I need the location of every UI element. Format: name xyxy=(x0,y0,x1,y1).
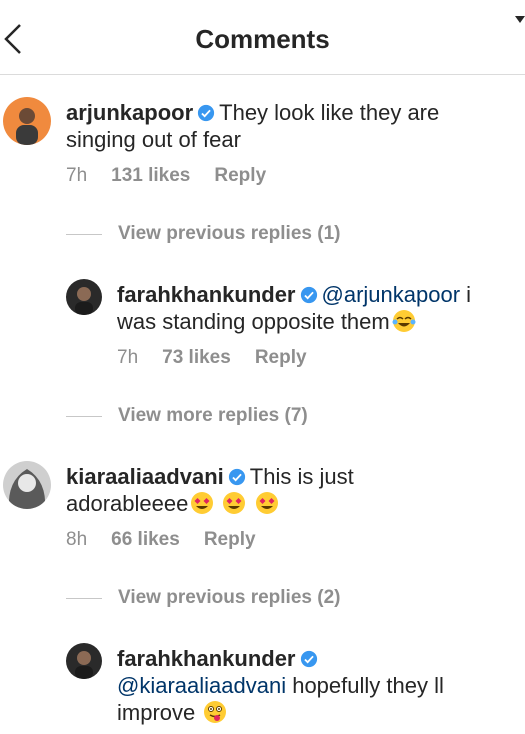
reply-button[interactable]: Reply xyxy=(204,529,256,550)
comment-time: 8h xyxy=(66,529,88,550)
heart-eyes-emoji-icon xyxy=(223,492,246,514)
comment-time: 7h xyxy=(66,165,88,186)
reply-text: farahkhankunder @kiaraaliaadvani hopeful… xyxy=(117,645,517,726)
likes-count[interactable]: 66 likes xyxy=(111,529,180,550)
comment-text: arjunkapoor They look like they are singi… xyxy=(66,99,506,153)
page-title: Comments xyxy=(195,24,330,54)
avatar[interactable] xyxy=(66,279,102,315)
mention-link[interactable]: @arjunkapoor xyxy=(322,282,461,307)
avatar[interactable] xyxy=(66,643,102,679)
view-more-replies-button[interactable]: View more replies (7) xyxy=(118,405,308,427)
reply-time: 7h xyxy=(117,347,139,368)
username-link[interactable]: kiaraaliaadvani xyxy=(66,464,224,489)
view-previous-replies-button[interactable]: View previous replies (2) xyxy=(118,587,340,609)
likes-count[interactable]: 131 likes xyxy=(111,165,190,186)
heart-eyes-emoji-icon xyxy=(255,492,278,514)
verified-badge-icon xyxy=(198,104,215,122)
username-link[interactable]: farahkhankunder xyxy=(117,646,296,671)
comment-body: This is just xyxy=(249,464,354,489)
divider-line xyxy=(66,598,102,599)
verified-badge-icon xyxy=(300,286,317,304)
dropdown-caret-icon xyxy=(515,16,525,23)
comment-body: They look like they are xyxy=(219,100,440,125)
comment-meta: 7h 131 likes Reply xyxy=(66,165,290,187)
comment-meta: 8h 66 likes Reply xyxy=(66,529,280,551)
header-bar: Comments xyxy=(0,0,525,75)
reply-button[interactable]: Reply xyxy=(255,347,307,368)
avatar[interactable] xyxy=(3,97,51,145)
reply-meta: 7h 73 likes Reply xyxy=(117,347,331,369)
divider-line xyxy=(66,416,102,417)
mention-link[interactable]: @kiaraaliaadvani xyxy=(117,673,286,698)
reply-body: i xyxy=(460,282,472,307)
reply-body-cont: was standing opposite them xyxy=(117,309,390,334)
reply-text: farahkhankunder @arjunkapoor i was standi… xyxy=(117,281,517,335)
winking-tongue-emoji-icon xyxy=(204,701,227,723)
view-previous-replies-button[interactable]: View previous replies (1) xyxy=(118,223,340,245)
divider-line xyxy=(66,234,102,235)
verified-badge-icon xyxy=(300,650,317,668)
avatar[interactable] xyxy=(3,461,51,509)
heart-eyes-emoji-icon xyxy=(191,492,214,514)
username-link[interactable]: farahkhankunder xyxy=(117,282,296,307)
comment-text: kiaraaliaadvani This is just adorableeee xyxy=(66,463,506,517)
reply-body-cont: improve xyxy=(117,700,196,725)
comment-body-cont: adorableeee xyxy=(66,491,189,516)
username-link[interactable]: arjunkapoor xyxy=(66,100,193,125)
likes-count[interactable]: 73 likes xyxy=(162,347,231,368)
verified-badge-icon xyxy=(228,468,245,486)
reply-button[interactable]: Reply xyxy=(214,165,266,186)
tears-of-joy-emoji-icon xyxy=(392,310,416,332)
reply-body: hopefully they ll xyxy=(286,673,444,698)
comment-body-cont: singing out of fear xyxy=(66,127,241,152)
